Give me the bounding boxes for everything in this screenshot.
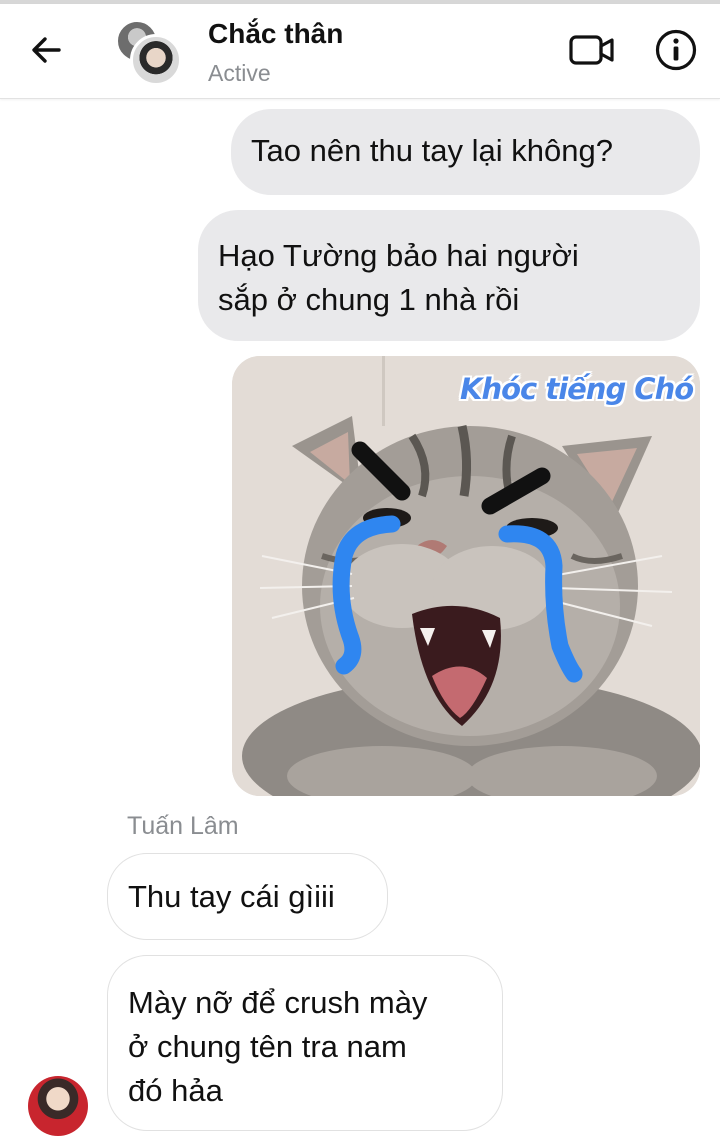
contact-name[interactable]: Chắc thân <box>208 18 343 50</box>
active-status: Active <box>208 60 271 86</box>
message-text-line: đó hảa <box>128 1073 223 1108</box>
crying-cat-sticker[interactable]: Khóc tiếng Chó <box>232 356 700 796</box>
back-button[interactable] <box>24 28 68 72</box>
chat-header: Chắc thân Active <box>0 4 720 99</box>
group-avatar[interactable] <box>116 20 182 86</box>
info-button[interactable] <box>652 26 700 74</box>
message-text: Tao nên thu tay lại không? <box>251 133 613 168</box>
video-call-button[interactable] <box>566 28 618 72</box>
message-text-line: Mày nỡ để crush mày <box>128 985 428 1020</box>
avatar-primary <box>130 34 182 86</box>
message-text-line: sắp ở chung 1 nhà rồi <box>218 282 520 317</box>
sender-name: Tuấn Lâm <box>127 812 239 840</box>
crying-cat-image <box>232 356 700 796</box>
incoming-message[interactable]: Mày nỡ để crush mày ở chung tên tra nam … <box>107 955 503 1131</box>
back-arrow-icon <box>32 37 61 63</box>
video-call-icon <box>569 35 614 65</box>
info-icon <box>655 29 697 71</box>
incoming-message[interactable]: Thu tay cái gìiii <box>107 853 388 940</box>
message-text: Thu tay cái gìiii <box>128 879 335 914</box>
outgoing-message[interactable]: Tao nên thu tay lại không? <box>231 109 700 195</box>
message-text-line: Hạo Tường bảo hai người <box>218 238 579 273</box>
sticker-caption: Khóc tiếng Chó <box>460 372 694 406</box>
outgoing-message[interactable]: Hạo Tường bảo hai người sắp ở chung 1 nh… <box>198 210 700 341</box>
sender-avatar[interactable] <box>28 1076 88 1136</box>
message-text-line: ở chung tên tra nam <box>128 1029 407 1064</box>
